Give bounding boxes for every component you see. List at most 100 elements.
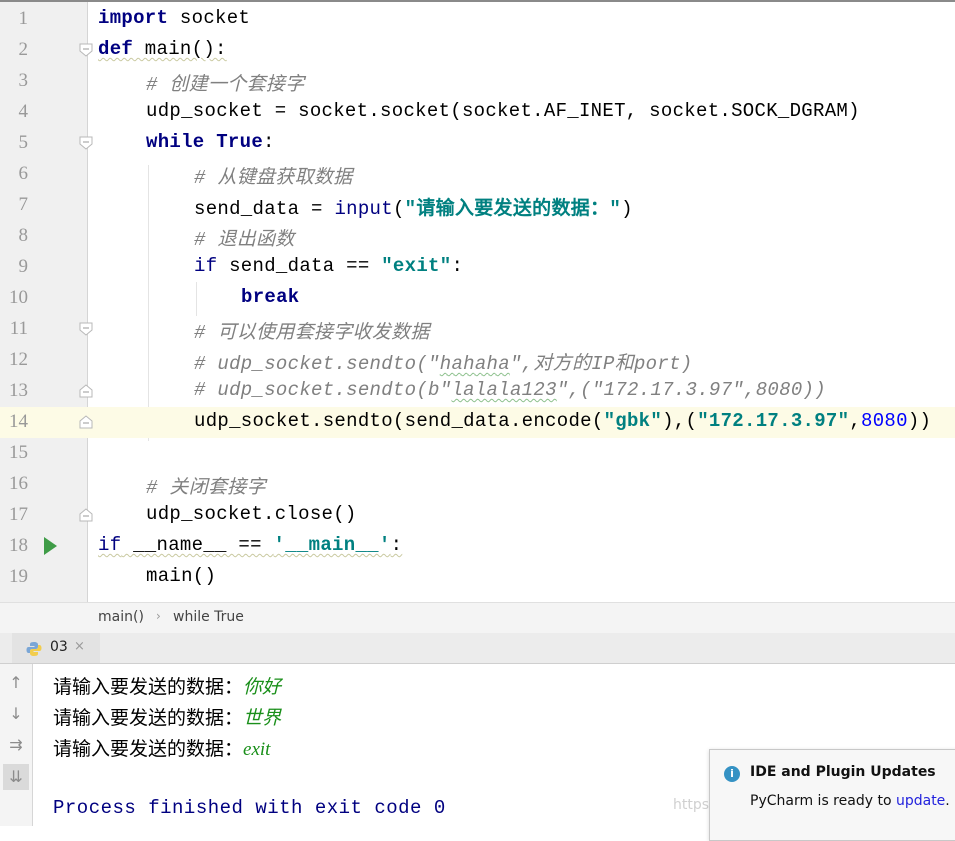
line-number: 10 xyxy=(9,287,28,308)
console-prompt: 请输入要发送的数据： xyxy=(53,739,244,760)
code-line: 6 # 从键盘获取数据 xyxy=(0,159,955,190)
code-text: ),( xyxy=(662,410,698,432)
comment: # 退出函数 xyxy=(194,229,295,251)
breadcrumb: main() › while True xyxy=(0,602,955,634)
console-user-input: 世界 xyxy=(243,708,282,729)
code-line: 12 # udp_socket.sendto("hahaha",对方的IP和po… xyxy=(0,345,955,376)
comment: # 从键盘获取数据 xyxy=(194,167,353,189)
code-text: : xyxy=(451,255,464,277)
fold-close-icon[interactable] xyxy=(79,508,93,522)
console-prompt: 请输入要发送的数据： xyxy=(53,708,244,729)
comment: # 创建一个套接字 xyxy=(146,74,305,96)
line-number: 7 xyxy=(18,194,29,215)
python-icon xyxy=(26,642,42,656)
code-line: 4 udp_socket = socket.socket(socket.AF_I… xyxy=(0,97,955,128)
code-text: main(): xyxy=(133,38,227,60)
code-text: __name__ == xyxy=(121,534,274,556)
line-number: 4 xyxy=(18,101,29,122)
keyword-token: if xyxy=(194,255,218,277)
string-token: "请输入要发送的数据：" xyxy=(404,198,622,220)
line-number: 11 xyxy=(9,318,28,339)
close-icon[interactable]: × xyxy=(74,639,85,654)
code-text: : xyxy=(263,131,275,153)
line-number: 18 xyxy=(9,535,28,556)
code-text: socket xyxy=(168,7,251,29)
line-number: 14 xyxy=(9,411,28,432)
code-line: 3 # 创建一个套接字 xyxy=(0,66,955,97)
scroll-to-end-icon[interactable]: ⇊ xyxy=(3,764,29,790)
string-token: "exit" xyxy=(381,255,452,277)
code-text: )) xyxy=(907,410,932,432)
keyword-token: while xyxy=(146,131,205,153)
run-tab[interactable]: 03 × xyxy=(12,633,100,663)
code-text: udp_socket.sendto(send_data.encode( xyxy=(194,410,604,432)
update-notification[interactable]: i IDE and Plugin Updates PyCharm is read… xyxy=(709,749,955,841)
comment: # udp_socket.sendto(b" xyxy=(194,379,452,401)
code-line: 10 break xyxy=(0,283,955,314)
console-output-line: 请输入要发送的数据：exit xyxy=(53,734,270,761)
console-user-input: exit xyxy=(243,739,271,760)
fold-close-icon[interactable] xyxy=(79,384,93,398)
comment: # 可以使用套接字收发数据 xyxy=(194,322,430,344)
console-output-line: 请输入要发送的数据：你好 xyxy=(53,672,281,699)
line-number: 3 xyxy=(18,70,29,91)
comment: # 关闭套接字 xyxy=(146,477,266,499)
string-token: "172.17.3.97" xyxy=(697,410,850,432)
code-line: 7 send_data = input("请输入要发送的数据：") xyxy=(0,190,955,221)
line-number: 19 xyxy=(9,566,28,587)
keyword-token: break xyxy=(241,286,300,308)
code-text: ) xyxy=(621,198,633,220)
process-finished-message: Process finished with exit code 0 xyxy=(53,797,446,819)
code-editor[interactable]: 1 import socket 2 def main(): 3 # 创建一个套接… xyxy=(0,2,955,602)
run-tool-window-tabs: 03 × xyxy=(0,633,955,664)
keyword-token: import xyxy=(98,7,169,29)
run-tab-label: 03 xyxy=(50,639,68,655)
keyword-token: if xyxy=(98,534,122,556)
fold-open-icon[interactable] xyxy=(79,136,93,150)
code-line: 2 def main(): xyxy=(0,35,955,66)
soft-wrap-icon[interactable]: ⇉ xyxy=(3,732,29,758)
notification-title: IDE and Plugin Updates xyxy=(750,764,936,780)
code-line: 13 # udp_socket.sendto(b"lalala123",("17… xyxy=(0,376,955,407)
code-line: 5 while True: xyxy=(0,128,955,159)
string-token: "gbk" xyxy=(603,410,663,432)
comment-typo: hahaha xyxy=(439,353,510,375)
comment: ",("172.17.3.97",8080)) xyxy=(556,379,826,401)
code-line: 16 # 关闭套接字 xyxy=(0,469,955,500)
run-icon[interactable] xyxy=(44,537,57,555)
line-number: 13 xyxy=(9,380,28,401)
code-line: 1 import socket xyxy=(0,4,955,35)
code-line: 15 xyxy=(0,438,955,469)
code-line: 19 main() xyxy=(0,562,955,593)
fold-open-icon[interactable] xyxy=(79,322,93,336)
breadcrumb-item[interactable]: while True xyxy=(173,609,244,625)
code-line: 8 # 退出函数 xyxy=(0,221,955,252)
line-number: 15 xyxy=(9,442,28,463)
code-text: udp_socket = socket.socket(socket.AF_INE… xyxy=(146,100,860,122)
notification-text: PyCharm is ready to xyxy=(750,793,896,809)
comment: # udp_socket.sendto(" xyxy=(194,353,440,375)
arrow-up-icon[interactable]: ↑ xyxy=(3,670,29,696)
console-toolbar: ↑ ↓ ⇉ ⇊ xyxy=(0,664,33,826)
line-number: 5 xyxy=(18,132,29,153)
keyword-token: def xyxy=(98,38,134,60)
breadcrumb-item[interactable]: main() xyxy=(98,609,144,625)
code-text: , xyxy=(849,410,862,432)
code-line: 18 if __name__ == '__main__': xyxy=(0,531,955,562)
keyword-token: True xyxy=(216,131,264,153)
update-link[interactable]: update xyxy=(896,793,945,809)
console-output-line: 请输入要发送的数据：世界 xyxy=(53,703,281,730)
console-user-input: 你好 xyxy=(243,677,282,698)
line-number: 17 xyxy=(9,504,28,525)
fold-close-icon[interactable] xyxy=(79,415,93,429)
notification-body: PyCharm is ready to update. xyxy=(750,793,950,809)
info-icon: i xyxy=(724,766,740,782)
line-number: 9 xyxy=(18,256,29,277)
number-token: 8080 xyxy=(861,410,908,432)
comment: ",对方的IP和port) xyxy=(509,353,693,375)
code-line: 9 if send_data == "exit": xyxy=(0,252,955,283)
arrow-down-icon[interactable]: ↓ xyxy=(3,701,29,727)
line-number: 12 xyxy=(9,349,28,370)
notification-text: . xyxy=(945,793,950,809)
fold-open-icon[interactable] xyxy=(79,43,93,57)
